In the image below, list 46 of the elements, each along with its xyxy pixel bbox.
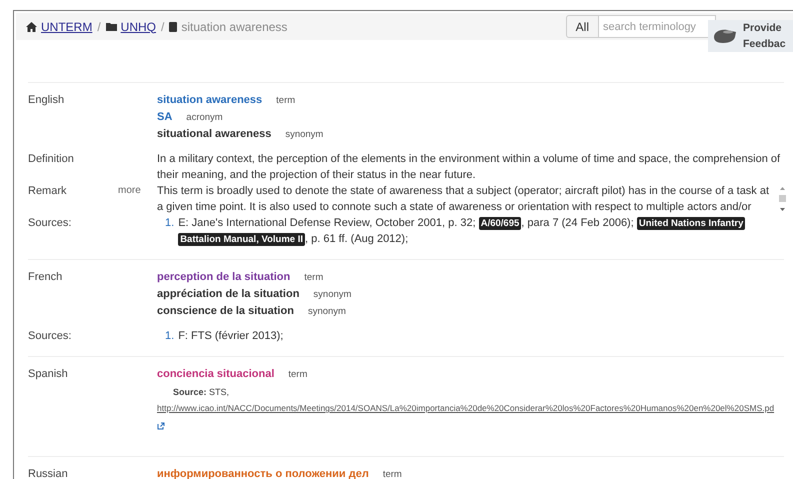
term-text: perception de la situation: [157, 270, 290, 285]
breadcrumb-separator: /: [97, 20, 101, 34]
term-text: situation awareness: [157, 93, 262, 108]
breadcrumb-link[interactable]: UNHQ: [120, 20, 156, 34]
term-type: synonym: [285, 128, 324, 142]
language-label: English: [28, 93, 66, 108]
source-text: E: Jane's International Defense Review, October 2001, p. 32; A/60/695 , para 7 (24 Feb 2006); United Nations Infantry Battalion Manual, Volume II , p. 61 ff. (Aug 2012);: [178, 216, 746, 247]
source-text: F: FTS (février 2013);: [178, 329, 284, 344]
term-text: SA: [157, 110, 172, 125]
field-label: Sources:: [28, 329, 72, 344]
folder-icon: [106, 22, 117, 31]
more-link[interactable]: more: [118, 183, 157, 215]
term-text: appréciation de la situation: [157, 287, 300, 302]
language-label: French: [28, 270, 64, 285]
book-icon: [169, 22, 178, 32]
field-label: Remark: [28, 184, 68, 199]
remark-text: This term is broadly used to denote the state of awareness that a subject (operator; aircraft pilot) has in the course of a task at a given time point. It is also used to connote such a state of awareness or orientation with respect to multiple actors and/or: [157, 184, 770, 215]
source-number: 1.: [165, 216, 174, 231]
term-text: conciencia situacional: [157, 367, 274, 382]
term-type: term: [288, 368, 308, 382]
field-label: Definition: [28, 152, 75, 167]
whistle-icon: [712, 28, 738, 44]
term-type: synonym: [308, 305, 346, 319]
breadcrumb-link[interactable]: UNTERM: [41, 20, 92, 34]
term-type: term: [304, 271, 324, 285]
term-text: информированность о положении дел: [157, 467, 369, 479]
feedback-button[interactable]: Provide Feedbac: [708, 20, 793, 52]
term-type: term: [276, 94, 296, 108]
language-label: Spanish: [28, 367, 69, 382]
field-label: Sources:: [28, 216, 72, 231]
external-link-icon[interactable]: [157, 422, 165, 430]
term-text: situational awareness: [157, 127, 272, 142]
source-note: Source: STS,: [172, 386, 230, 399]
home-icon: [26, 22, 37, 32]
term-type: term: [382, 468, 402, 479]
definition-text: In a military context, the perception of the elements in the environment within a volume of time and space, the comprehension of their meaning, and the projection of their status in the near future.: [157, 152, 782, 183]
source-number: 1.: [165, 329, 174, 344]
language-label: Russian: [28, 467, 69, 479]
breadcrumb-current: situation awareness: [181, 20, 288, 34]
term-type: acronym: [186, 111, 223, 125]
term-type: synonym: [313, 288, 352, 302]
term-text: conscience de la situation: [157, 304, 294, 319]
breadcrumb-separator: /: [161, 20, 164, 34]
search-field[interactable]: search terminology: [599, 15, 716, 38]
source-url-link[interactable]: http://www.icao.int/NACC/Documents/Meetings/2014/SOANS/La%20importancia%20de%20Considerar%20los%20Factores%20Humanos%20en%20el%20SMS.pd: [157, 400, 784, 416]
scope-button[interactable]: All: [566, 15, 599, 38]
